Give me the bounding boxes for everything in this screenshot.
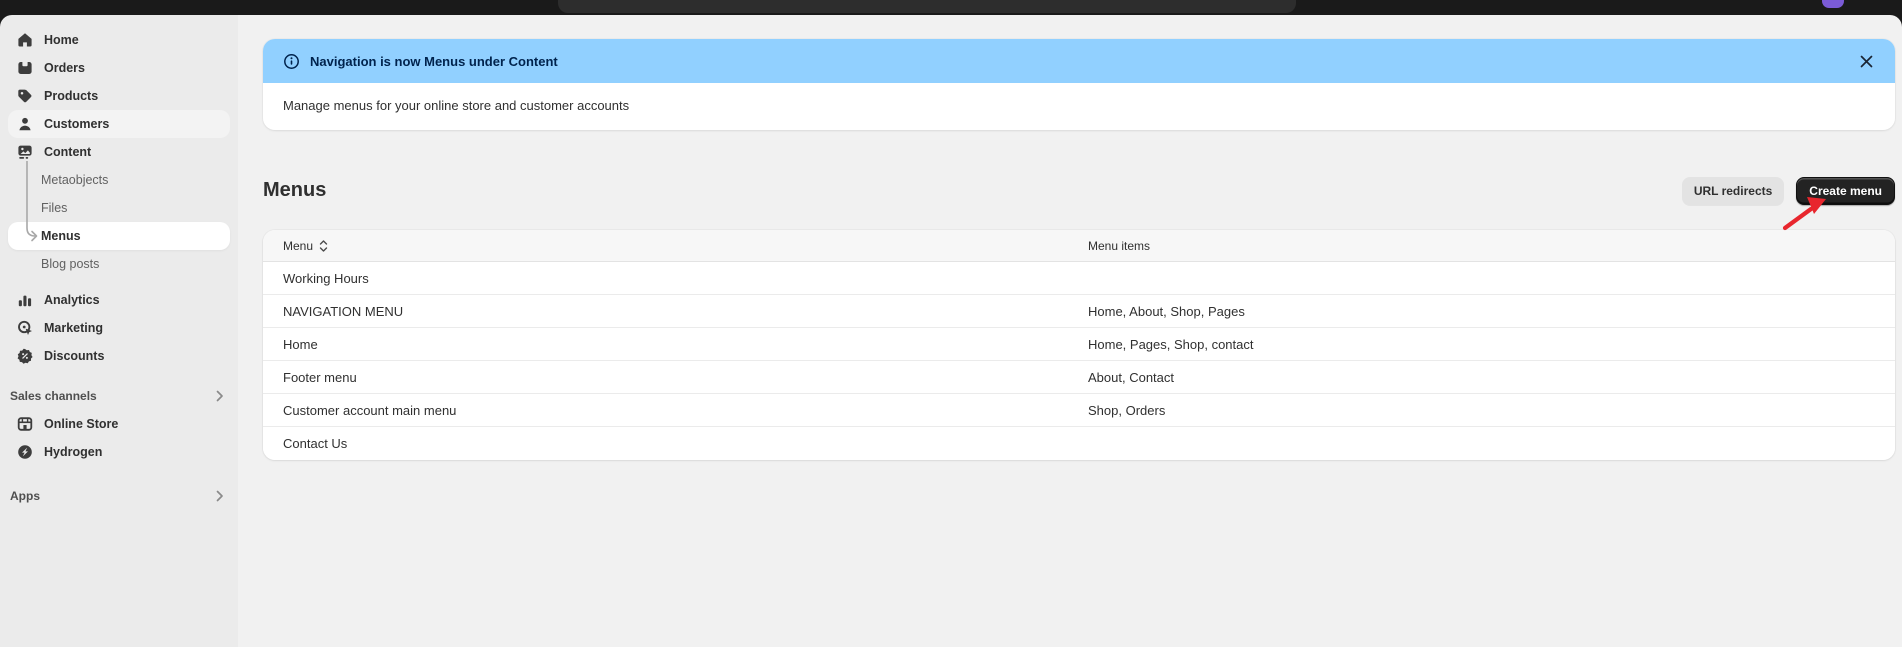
banner-body: Manage menus for your online store and c… [263, 83, 1895, 130]
sidebar-item-analytics[interactable]: Analytics [8, 286, 230, 314]
sidebar: Home Orders Products Customers Content [0, 15, 238, 647]
column-header-menu[interactable]: Menu [263, 239, 1088, 253]
table-header-row: Menu Menu items [263, 230, 1895, 262]
sidebar-item-products[interactable]: Products [8, 82, 230, 110]
table-row[interactable]: Home Home, Pages, Shop, contact [263, 328, 1895, 361]
page-title: Menus [263, 176, 326, 205]
store-icon [16, 416, 33, 433]
info-banner: Navigation is now Menus under Content Ma… [263, 39, 1895, 130]
analytics-icon [16, 292, 33, 309]
sidebar-item-label: Content [44, 145, 91, 159]
sidebar-item-online-store[interactable]: Online Store [8, 410, 230, 438]
sidebar-item-label: Blog posts [41, 257, 99, 271]
menu-cell: NAVIGATION MENU [263, 304, 1088, 319]
orders-icon [16, 60, 33, 77]
table-row[interactable]: Footer menu About, Contact [263, 361, 1895, 394]
chevron-right-icon [216, 390, 224, 402]
info-banner-header: Navigation is now Menus under Content [263, 39, 1895, 83]
table-row[interactable]: Contact Us [263, 427, 1895, 460]
sidebar-section-sales-channels[interactable]: Sales channels [0, 382, 238, 410]
sidebar-item-label: Analytics [44, 293, 100, 307]
sidebar-item-customers[interactable]: Customers [8, 110, 230, 138]
sidebar-section-apps[interactable]: Apps [0, 482, 238, 510]
table-row[interactable]: Working Hours [263, 262, 1895, 295]
user-avatar[interactable] [1822, 0, 1844, 8]
sidebar-item-marketing[interactable]: Marketing [8, 314, 230, 342]
sidebar-item-label: Menus [41, 229, 81, 243]
sidebar-item-blog-posts[interactable]: Blog posts [8, 250, 230, 278]
menu-cell: Footer menu [263, 370, 1088, 385]
create-menu-button[interactable]: Create menu [1796, 177, 1895, 205]
sidebar-item-metaobjects[interactable]: Metaobjects [8, 166, 230, 194]
sort-icon [319, 239, 328, 253]
url-redirects-button[interactable]: URL redirects [1682, 177, 1784, 205]
content-icon [16, 144, 33, 161]
sidebar-item-files[interactable]: Files [8, 194, 230, 222]
top-bar [0, 0, 1902, 15]
sidebar-item-label: Home [44, 33, 79, 47]
marketing-icon [16, 320, 33, 337]
sidebar-item-label: Online Store [44, 417, 118, 431]
close-icon[interactable] [1853, 48, 1879, 74]
menu-items-cell: Shop, Orders [1088, 403, 1895, 418]
home-icon [16, 32, 33, 49]
menu-items-cell: Home, About, Shop, Pages [1088, 304, 1895, 319]
sidebar-item-menus[interactable]: Menus [8, 222, 230, 250]
sidebar-item-hydrogen[interactable]: Hydrogen [8, 438, 230, 466]
table-row[interactable]: NAVIGATION MENU Home, About, Shop, Pages [263, 295, 1895, 328]
search-bar[interactable] [558, 0, 1296, 13]
sidebar-item-label: Files [41, 201, 67, 215]
section-label: Apps [10, 489, 40, 503]
info-icon [283, 53, 300, 70]
column-header-menu-items: Menu items [1088, 239, 1895, 253]
sidebar-item-label: Hydrogen [44, 445, 102, 459]
sidebar-item-label: Products [44, 89, 98, 103]
menu-cell: Home [263, 337, 1088, 352]
sidebar-item-label: Metaobjects [41, 173, 108, 187]
menus-table: Menu Menu items Working Hours NAVIGATION… [263, 230, 1895, 460]
menu-cell: Working Hours [263, 271, 1088, 286]
sidebar-item-label: Marketing [44, 321, 103, 335]
admin-frame: Home Orders Products Customers Content [0, 15, 1902, 647]
main-content: Navigation is now Menus under Content Ma… [238, 15, 1902, 647]
sidebar-item-content[interactable]: Content [8, 138, 230, 166]
page-header: Menus URL redirects Create menu [263, 176, 1895, 205]
menu-items-cell: About, Contact [1088, 370, 1895, 385]
customers-icon [16, 116, 33, 133]
sidebar-item-discounts[interactable]: Discounts [8, 342, 230, 370]
menu-items-cell: Home, Pages, Shop, contact [1088, 337, 1895, 352]
sidebar-item-label: Orders [44, 61, 85, 75]
chevron-right-icon [216, 490, 224, 502]
sidebar-item-label: Discounts [44, 349, 104, 363]
table-row[interactable]: Customer account main menu Shop, Orders [263, 394, 1895, 427]
menu-cell: Contact Us [263, 436, 1088, 451]
products-icon [16, 88, 33, 105]
hydrogen-icon [16, 444, 33, 461]
discounts-icon [16, 348, 33, 365]
section-label: Sales channels [10, 389, 97, 403]
menu-cell: Customer account main menu [263, 403, 1088, 418]
sidebar-item-label: Customers [44, 117, 109, 131]
sidebar-item-home[interactable]: Home [8, 26, 230, 54]
banner-title: Navigation is now Menus under Content [310, 54, 558, 69]
sidebar-item-orders[interactable]: Orders [8, 54, 230, 82]
page-actions: URL redirects Create menu [1682, 177, 1895, 205]
